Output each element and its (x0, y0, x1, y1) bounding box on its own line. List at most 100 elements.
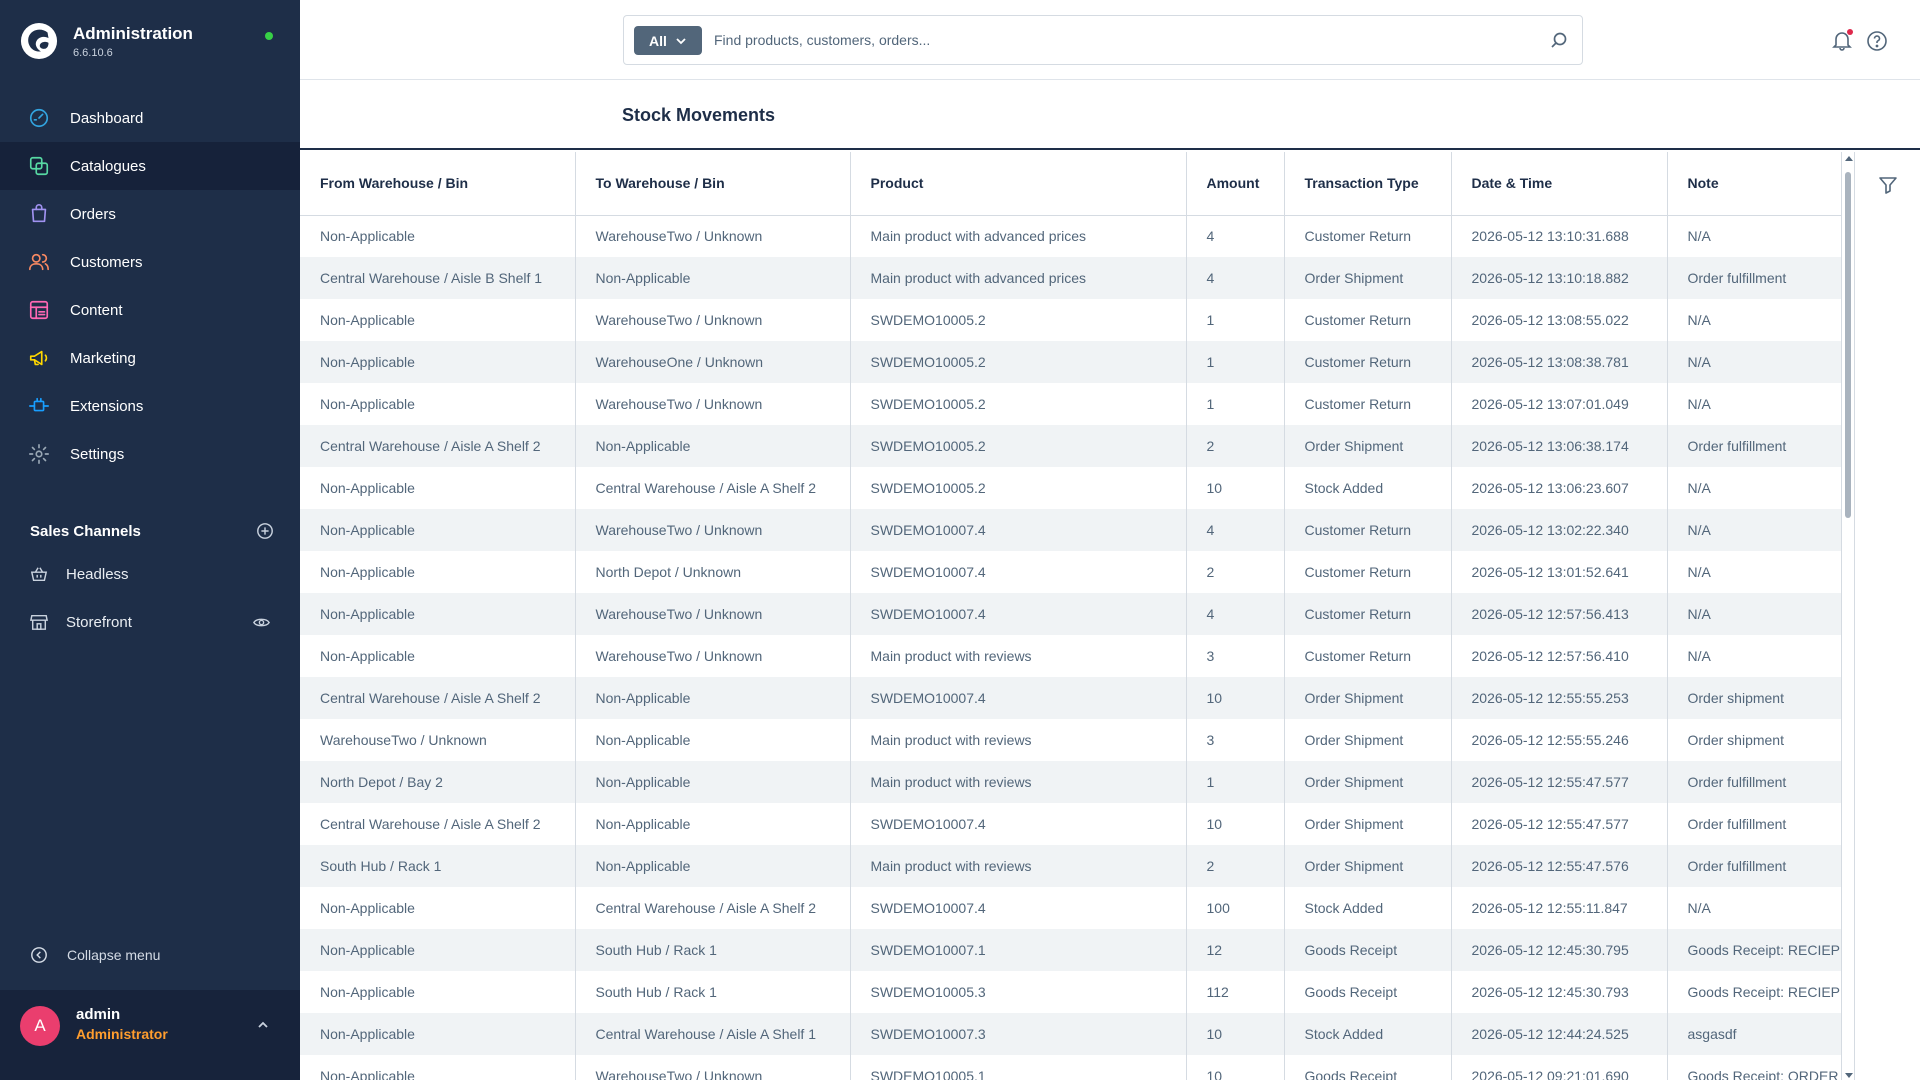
search-icon[interactable] (1550, 31, 1568, 49)
help-icon[interactable] (1866, 30, 1888, 52)
table-row[interactable]: South Hub / Rack 1 Non-Applicable Main pro… (300, 845, 1841, 887)
scroll-down-arrow-icon[interactable] (1845, 1073, 1853, 1078)
eye-icon[interactable] (253, 614, 270, 631)
table-row[interactable]: Non-Applicable South Hub / Rack 1 SWDEMO10… (300, 929, 1841, 971)
table-cell: Non-Applicable (575, 677, 851, 719)
basket-icon (30, 567, 48, 582)
table-row[interactable]: Central Warehouse / Aisle B Shelf 1 Non-A… (300, 257, 1841, 299)
nav-item-catalogues[interactable]: Catalogues (0, 142, 300, 190)
nav-item-orders[interactable]: Orders (0, 190, 300, 238)
table-row[interactable]: Central Warehouse / Aisle A Shelf 2 Non-A… (300, 677, 1841, 719)
column-header[interactable]: Product (850, 152, 1187, 216)
table-cell: Goods Receipt (1284, 1055, 1452, 1080)
data-table: From Warehouse / Bin To Warehouse / Bin … (300, 152, 1841, 1080)
brand[interactable]: Administration 6.6.10.6 (20, 20, 280, 64)
table-body: Non-Applicable WarehouseTwo / Unknown Main… (300, 215, 1841, 1080)
user-name: admin (76, 1006, 121, 1023)
nav-item-extensions[interactable]: Extensions (0, 382, 300, 430)
chevron-up-icon[interactable] (256, 1018, 270, 1032)
column-header[interactable]: Note (1667, 152, 1841, 216)
table-cell: 10 (1186, 467, 1285, 509)
nav-label: Customers (70, 253, 143, 271)
table-cell: Non-Applicable (575, 425, 851, 467)
table-row[interactable]: Central Warehouse / Aisle A Shelf 2 Non-A… (300, 803, 1841, 845)
table-cell: Non-Applicable (575, 845, 851, 887)
table-row[interactable]: Non-Applicable WarehouseTwo / Unknown SWDE… (300, 593, 1841, 635)
table-cell: 4 (1186, 509, 1285, 551)
table-cell: Non-Applicable (300, 929, 576, 971)
column-header[interactable]: From Warehouse / Bin (300, 152, 576, 216)
grid-scrollbar[interactable] (1841, 152, 1855, 1080)
table-cell: 2026-05-12 12:55:55.246 (1451, 719, 1668, 761)
table-cell: Non-Applicable (300, 635, 576, 677)
table-cell: WarehouseTwo / Unknown (300, 719, 576, 761)
table-cell: Non-Applicable (300, 215, 576, 257)
column-header[interactable]: Date & Time (1451, 152, 1668, 216)
table-row[interactable]: Non-Applicable North Depot / Unknown SWDEM… (300, 551, 1841, 593)
table-row[interactable]: Non-Applicable WarehouseTwo / Unknown SWDE… (300, 383, 1841, 425)
table-row[interactable]: WarehouseTwo / Unknown Non-Applicable Main… (300, 719, 1841, 761)
nav-item-dashboard[interactable]: Dashboard (0, 94, 300, 142)
table-cell: Main product with reviews (850, 761, 1187, 803)
table-cell: South Hub / Rack 1 (575, 971, 851, 1013)
add-sales-channel-icon[interactable] (256, 522, 274, 540)
column-header[interactable]: To Warehouse / Bin (575, 152, 851, 216)
sales-channel-headless[interactable]: Headless (0, 550, 300, 598)
scroll-up-arrow-icon[interactable] (1845, 156, 1853, 161)
table-cell: Stock Added (1284, 887, 1452, 929)
table-row[interactable]: Non-Applicable Central Warehouse / Aisle … (300, 887, 1841, 929)
column-header[interactable]: Amount (1186, 152, 1285, 216)
table-row[interactable]: Non-Applicable South Hub / Rack 1 SWDEMO10… (300, 971, 1841, 1013)
filter-icon[interactable] (1878, 175, 1898, 195)
table-cell: 2026-05-12 13:06:38.174 (1451, 425, 1668, 467)
table-cell: WarehouseOne / Unknown (575, 341, 851, 383)
table-cell: 112 (1186, 971, 1285, 1013)
table-row[interactable]: Central Warehouse / Aisle A Shelf 2 Non-A… (300, 425, 1841, 467)
collapse-menu-button[interactable]: Collapse menu (30, 946, 160, 964)
sales-channel-label: Storefront (66, 613, 132, 631)
table-row[interactable]: Non-Applicable WarehouseTwo / Unknown SWDE… (300, 1055, 1841, 1080)
table-row[interactable]: Non-Applicable Central Warehouse / Aisle … (300, 1013, 1841, 1055)
scrollbar-thumb[interactable] (1845, 172, 1851, 518)
nav-item-settings[interactable]: Settings (0, 430, 300, 478)
table-cell: Main product with reviews (850, 845, 1187, 887)
table-row[interactable]: Non-Applicable WarehouseTwo / Unknown Main… (300, 635, 1841, 677)
sales-channel-storefront[interactable]: Storefront (0, 598, 300, 646)
nav-label: Orders (70, 205, 116, 223)
table-cell: 2026-05-12 12:44:24.525 (1451, 1013, 1668, 1055)
table-row[interactable]: Non-Applicable Central Warehouse / Aisle … (300, 467, 1841, 509)
table-cell: WarehouseTwo / Unknown (575, 383, 851, 425)
table-row[interactable]: North Depot / Bay 2 Non-Applicable Main pr… (300, 761, 1841, 803)
table-row[interactable]: Non-Applicable WarehouseTwo / Unknown Main… (300, 215, 1841, 257)
table-cell: 2026-05-12 12:45:30.793 (1451, 971, 1668, 1013)
table-cell: SWDEMO10005.3 (850, 971, 1187, 1013)
notifications-button[interactable] (1831, 29, 1853, 51)
table-cell: SWDEMO10007.3 (850, 1013, 1187, 1055)
table-cell: Central Warehouse / Aisle A Shelf 2 (575, 887, 851, 929)
table-cell: 4 (1186, 215, 1285, 257)
table-cell: N/A (1667, 341, 1841, 383)
table-cell: Non-Applicable (300, 509, 576, 551)
orders-icon (28, 203, 50, 225)
search-scope-dropdown[interactable]: All (634, 26, 702, 55)
table-cell: 10 (1186, 803, 1285, 845)
table-cell: Main product with reviews (850, 635, 1187, 677)
column-header[interactable]: Transaction Type (1284, 152, 1452, 216)
table-cell: 1 (1186, 299, 1285, 341)
table-cell: 4 (1186, 257, 1285, 299)
table-row[interactable]: Non-Applicable WarehouseTwo / Unknown SWDE… (300, 509, 1841, 551)
table-cell: 1 (1186, 341, 1285, 383)
table-cell: Goods Receipt (1284, 971, 1452, 1013)
table-cell: Non-Applicable (300, 1013, 576, 1055)
nav-item-customers[interactable]: Customers (0, 238, 300, 286)
table-cell: N/A (1667, 593, 1841, 635)
search-input[interactable] (714, 25, 1534, 55)
table-cell: Non-Applicable (300, 551, 576, 593)
table-row[interactable]: Non-Applicable WarehouseOne / Unknown SWDE… (300, 341, 1841, 383)
table-row[interactable]: Non-Applicable WarehouseTwo / Unknown SWDE… (300, 299, 1841, 341)
nav-item-content[interactable]: Content (0, 286, 300, 334)
nav-item-marketing[interactable]: Marketing (0, 334, 300, 382)
table-cell: 1 (1186, 383, 1285, 425)
table-cell: Non-Applicable (300, 341, 576, 383)
user-menu[interactable]: A admin Administrator (0, 990, 300, 1080)
